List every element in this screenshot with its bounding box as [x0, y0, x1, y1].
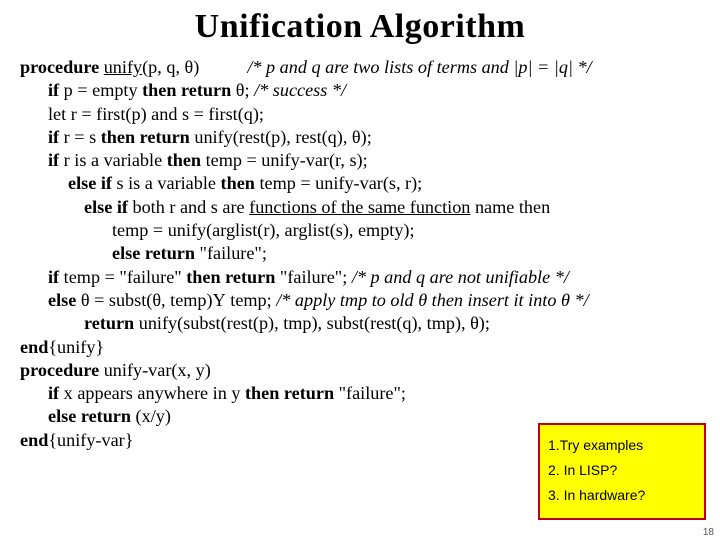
- slide: Unification Algorithm procedure unify(p,…: [0, 0, 720, 540]
- kw-then-return: then return: [142, 80, 231, 100]
- proc-args: (p, q, θ): [142, 57, 199, 77]
- code-line: let r = first(p) and s = first(q);: [20, 103, 700, 126]
- notes-box: 1.Try examples 2. In LISP? 3. In hardwar…: [538, 423, 706, 520]
- code-line: return unify(subst(rest(p), tmp), subst(…: [20, 312, 700, 335]
- code-line: temp = unify(arglist(r), arglist(s), emp…: [20, 219, 700, 242]
- note-item: 1.Try examples: [548, 435, 696, 456]
- code-line: if temp = "failure" then return "failure…: [20, 266, 700, 289]
- page-number: 18: [703, 527, 714, 538]
- code-line: else if both r and s are functions of th…: [20, 196, 700, 219]
- comment: /* apply tmp to old θ then insert it int…: [276, 290, 588, 310]
- code-line: if r is a variable then temp = unify-var…: [20, 149, 700, 172]
- code-line: procedure unify-var(x, y): [20, 359, 700, 382]
- kw-procedure: procedure: [20, 57, 99, 77]
- note-item: 2. In LISP?: [548, 460, 696, 481]
- comment: /* p and q are two lists of terms and |p…: [247, 57, 591, 77]
- code-line: else θ = subst(θ, temp)Y temp; /* apply …: [20, 289, 700, 312]
- note-item: 3. In hardware?: [548, 485, 696, 506]
- code-line: if p = empty then return θ; /* success *…: [20, 79, 700, 102]
- code-line: if r = s then return unify(rest(p), rest…: [20, 126, 700, 149]
- code-line: if x appears anywhere in y then return "…: [20, 382, 700, 405]
- comment: /* success */: [254, 80, 346, 100]
- proc-name: unify: [104, 57, 142, 77]
- code-line: procedure unify(p, q, θ) /* p and q are t…: [20, 56, 700, 79]
- code-line: else if s is a variable then temp = unif…: [20, 172, 700, 195]
- code-line: end{unify}: [20, 336, 700, 359]
- kw-if: if: [48, 80, 59, 100]
- slide-title: Unification Algorithm: [20, 8, 700, 46]
- code-line: else return "failure";: [20, 242, 700, 265]
- code-block: procedure unify(p, q, θ) /* p and q are t…: [20, 56, 700, 452]
- comment: /* p and q are not unifiable */: [352, 267, 569, 287]
